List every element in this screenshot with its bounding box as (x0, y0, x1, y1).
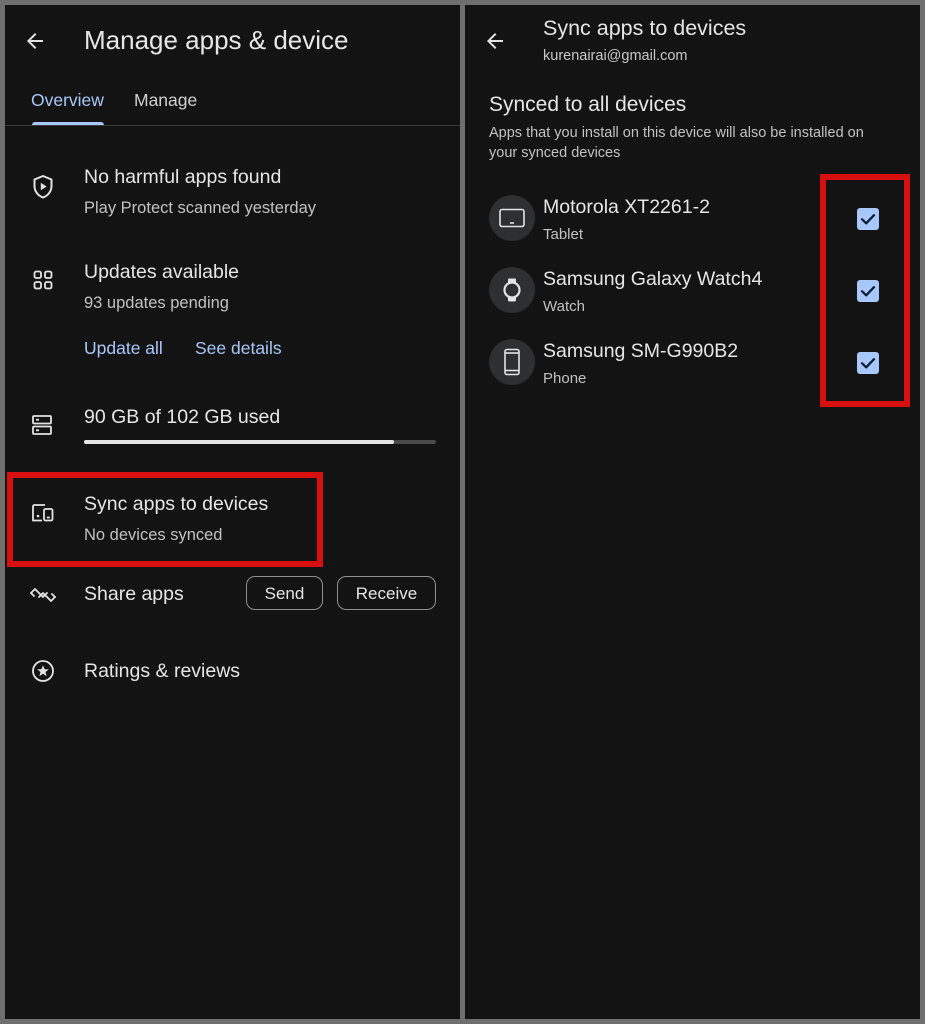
star-circle-icon (31, 659, 55, 683)
tab-manage[interactable]: Manage (134, 90, 197, 111)
back-arrow-icon[interactable] (23, 29, 47, 53)
device-checkbox[interactable] (857, 280, 879, 302)
section-title: Synced to all devices (489, 93, 687, 116)
see-details-button[interactable]: See details (195, 338, 282, 359)
devices-icon (31, 503, 55, 523)
device-name: Samsung Galaxy Watch4 (543, 268, 763, 290)
sync-apps-panel: Sync apps to devices kurenairai@gmail.co… (465, 5, 920, 1019)
play-protect-title: No harmful apps found (84, 166, 282, 188)
page-title: Sync apps to devices (543, 16, 747, 40)
update-all-button[interactable]: Update all (84, 338, 163, 359)
account-email: kurenairai@gmail.com (543, 48, 688, 64)
apps-grid-icon (33, 270, 53, 290)
storage-progress-fill (84, 440, 395, 444)
receive-button[interactable]: Receive (337, 576, 436, 610)
watch-icon (489, 267, 535, 313)
device-checkbox[interactable] (857, 352, 879, 374)
device-type: Phone (543, 370, 587, 387)
share-apps-title: Share apps (84, 583, 184, 605)
share-apps-icon (29, 585, 57, 605)
tab-divider (5, 125, 460, 126)
section-description-line1: Apps that you install on this device wil… (489, 125, 864, 141)
device-type: Watch (543, 298, 585, 315)
phone-icon (489, 339, 535, 385)
device-checkbox[interactable] (857, 208, 879, 230)
page-title: Manage apps & device (84, 25, 349, 55)
storage-progress-bar (84, 440, 436, 444)
sync-apps-subtitle: No devices synced (84, 526, 223, 544)
shield-play-icon (31, 174, 55, 200)
storage-icon (31, 414, 53, 436)
section-description-line2: your synced devices (489, 145, 621, 161)
tab-overview[interactable]: Overview (31, 90, 104, 111)
tablet-icon (489, 195, 535, 241)
back-arrow-icon[interactable] (483, 29, 507, 53)
ratings-reviews-title: Ratings & reviews (84, 660, 241, 682)
play-protect-subtitle: Play Protect scanned yesterday (84, 199, 317, 217)
storage-title: 90 GB of 102 GB used (84, 406, 281, 428)
updates-title: Updates available (84, 261, 240, 283)
device-name: Motorola XT2261-2 (543, 196, 710, 218)
updates-subtitle: 93 updates pending (84, 294, 229, 312)
device-type: Tablet (543, 226, 584, 243)
sync-apps-title: Sync apps to devices (84, 493, 269, 515)
manage-apps-panel: Manage apps & device Overview Manage No … (5, 5, 460, 1019)
send-button[interactable]: Send (246, 576, 323, 610)
device-name: Samsung SM-G990B2 (543, 340, 739, 362)
